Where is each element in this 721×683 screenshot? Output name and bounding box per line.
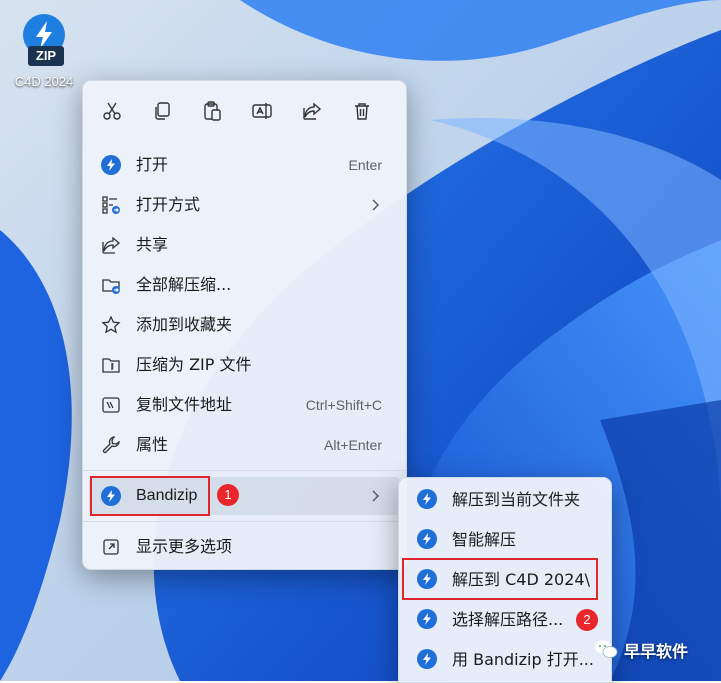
bandizip-icon bbox=[417, 529, 437, 549]
zip-tag: ZIP bbox=[28, 46, 64, 66]
watermark-text: 早早软件 bbox=[624, 642, 689, 661]
menu-item-properties[interactable]: 属性 Alt+Enter bbox=[89, 426, 400, 464]
shortcut-text: Enter bbox=[348, 157, 382, 173]
menu-item-open-with[interactable]: 打开方式 bbox=[89, 186, 400, 224]
menu-item-label: 复制文件地址 bbox=[136, 395, 233, 414]
copy-icon[interactable] bbox=[142, 91, 182, 131]
bandizip-icon bbox=[101, 155, 121, 175]
menu-item-copy-path[interactable]: 复制文件地址 Ctrl+Shift+C bbox=[89, 386, 400, 424]
submenu-item-label: 智能解压 bbox=[452, 530, 517, 549]
menu-item-label: 属性 bbox=[136, 435, 169, 454]
menu-divider bbox=[83, 521, 406, 522]
menu-item-show-more[interactable]: 显示更多选项 bbox=[89, 528, 400, 566]
paste-icon[interactable] bbox=[192, 91, 232, 131]
submenu-item-label: 用 Bandizip 打开... bbox=[452, 650, 594, 669]
menu-item-label: 压缩为 ZIP 文件 bbox=[136, 355, 252, 374]
zip-folder-icon bbox=[101, 355, 121, 375]
menu-item-add-favorites[interactable]: 添加到收藏夹 bbox=[89, 306, 400, 344]
submenu-item-extract-here[interactable]: 解压到当前文件夹 bbox=[405, 480, 605, 518]
highlight-box-extract-to-folder bbox=[402, 558, 598, 600]
shortcut-text: Ctrl+Shift+C bbox=[305, 397, 382, 413]
zip-desktop-icon[interactable]: ZIP C4D 2024 bbox=[6, 6, 82, 96]
menu-item-compress-zip[interactable]: 压缩为 ZIP 文件 bbox=[89, 346, 400, 384]
menu-item-label: 全部解压缩... bbox=[136, 275, 232, 294]
chevron-right-icon bbox=[372, 199, 379, 211]
bandizip-icon bbox=[417, 649, 437, 669]
shortcut-text: Alt+Enter bbox=[324, 437, 382, 453]
menu-item-extract-all[interactable]: 全部解压缩... bbox=[89, 266, 400, 304]
menu-item-share[interactable]: 共享 bbox=[89, 226, 400, 264]
context-toolbar bbox=[83, 91, 406, 131]
submenu-item-label: 选择解压路径... bbox=[452, 610, 564, 629]
chevron-right-icon bbox=[372, 490, 379, 502]
step-badge-1: 1 bbox=[217, 484, 239, 506]
open-with-icon bbox=[101, 195, 121, 215]
bandizip-icon bbox=[417, 609, 437, 629]
menu-divider bbox=[83, 470, 406, 471]
expand-icon bbox=[101, 537, 121, 557]
rename-icon[interactable] bbox=[242, 91, 282, 131]
cut-icon[interactable] bbox=[92, 91, 132, 131]
copy-path-icon bbox=[101, 395, 121, 415]
desktop-icon-label: C4D 2024 bbox=[14, 74, 74, 89]
submenu-item-choose-path[interactable]: 选择解压路径... bbox=[405, 600, 605, 638]
watermark: 早早软件 bbox=[594, 636, 714, 662]
step-badge-2: 2 bbox=[576, 609, 598, 631]
menu-item-label: 打开 bbox=[136, 155, 169, 174]
share-icon bbox=[101, 235, 121, 255]
submenu-item-smart-extract[interactable]: 智能解压 bbox=[405, 520, 605, 558]
wrench-icon bbox=[101, 435, 121, 455]
submenu-item-open-with-bandizip[interactable]: 用 Bandizip 打开... bbox=[405, 640, 605, 678]
menu-item-label: 打开方式 bbox=[136, 195, 201, 214]
folder-extract-icon bbox=[101, 275, 121, 295]
bandizip-icon bbox=[417, 489, 437, 509]
menu-item-open[interactable]: 打开 Enter bbox=[89, 146, 400, 184]
wechat-icon bbox=[595, 640, 618, 658]
delete-icon[interactable] bbox=[342, 91, 382, 131]
menu-item-label: 共享 bbox=[136, 235, 169, 254]
menu-item-label: 显示更多选项 bbox=[136, 537, 233, 556]
highlight-box-bandizip bbox=[90, 476, 210, 516]
star-icon bbox=[101, 315, 121, 335]
submenu-item-label: 解压到当前文件夹 bbox=[452, 490, 581, 509]
menu-item-label: 添加到收藏夹 bbox=[136, 315, 233, 334]
share-icon[interactable] bbox=[292, 91, 332, 131]
